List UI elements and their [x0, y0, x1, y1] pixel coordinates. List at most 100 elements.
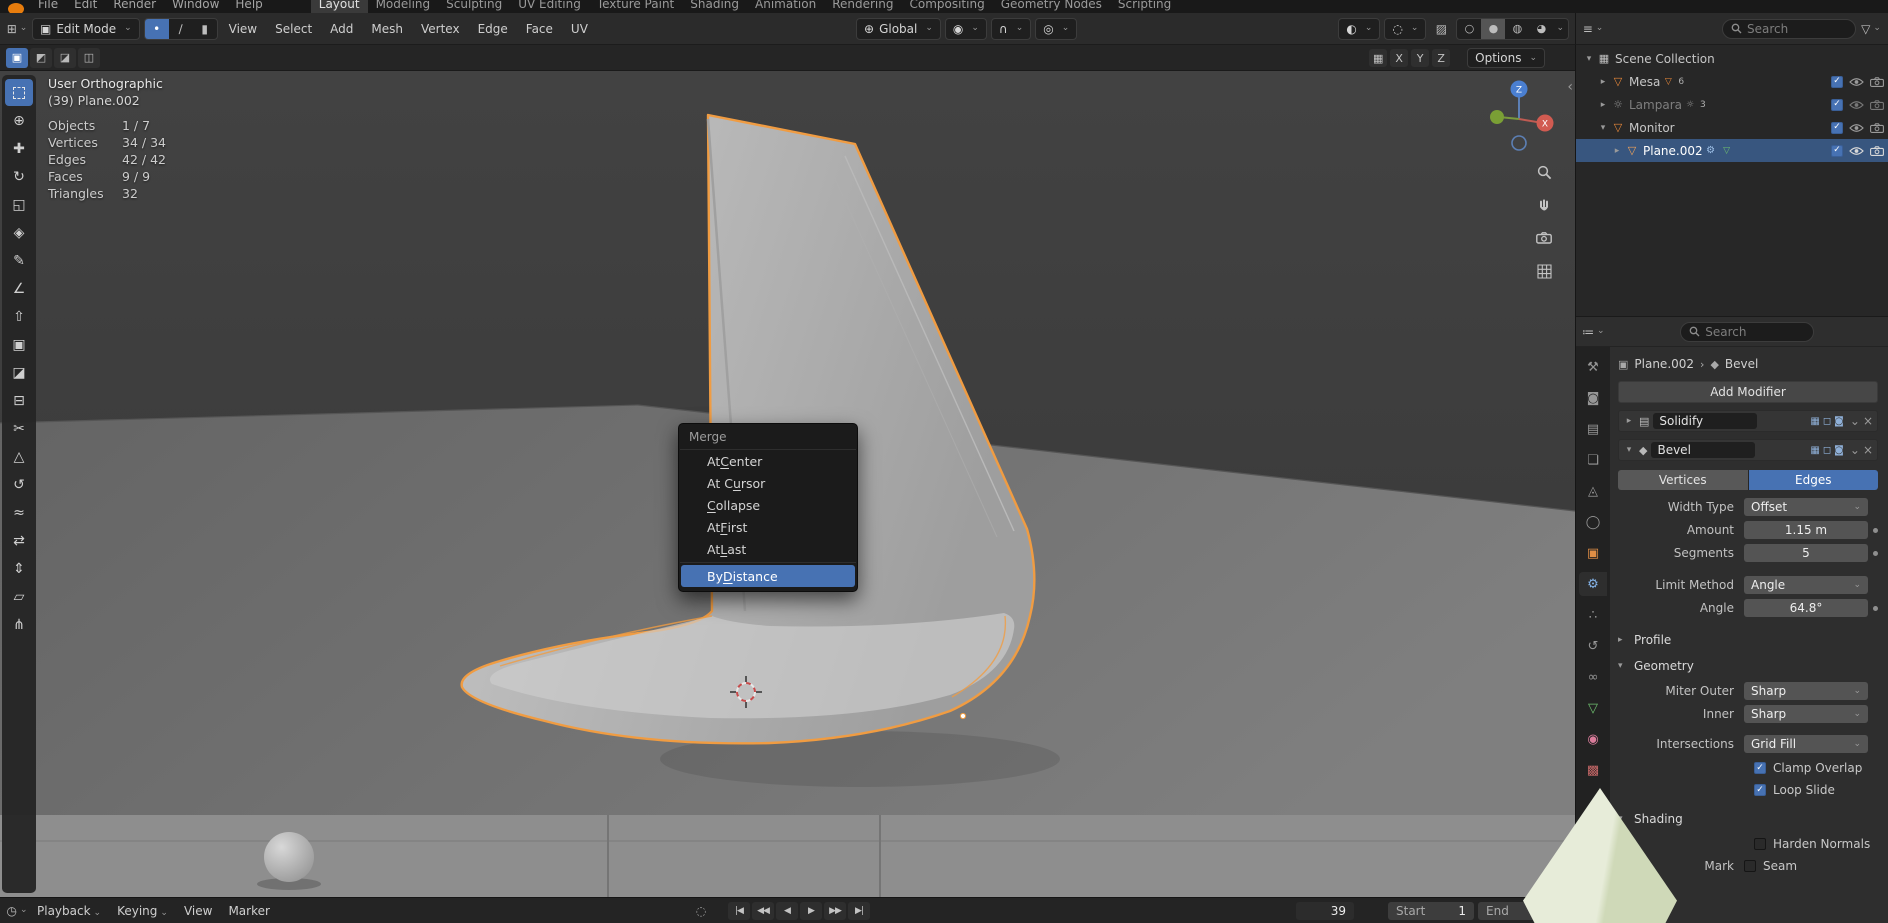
merge-item-by-distance[interactable]: By Distance — [681, 565, 855, 587]
modifier-name-field[interactable]: Bevel — [1651, 442, 1756, 458]
workspace-tab-sculpting[interactable]: Sculpting — [438, 0, 510, 13]
selectability-checkbox[interactable]: ✓ — [1831, 98, 1843, 111]
outliner-search[interactable] — [1722, 18, 1856, 39]
sphere-object[interactable] — [264, 832, 314, 882]
affect-vertices-button[interactable]: Vertices — [1618, 470, 1748, 490]
render-camera-icon[interactable] — [1870, 145, 1884, 156]
expand-arrow-icon[interactable]: ▸ — [1596, 77, 1610, 87]
tab-output[interactable]: ▤ — [1579, 417, 1607, 441]
eye-icon[interactable] — [1849, 77, 1864, 87]
expand-arrow-icon[interactable]: ▾ — [1582, 54, 1596, 64]
amount-field[interactable]: 1.15 m — [1744, 521, 1868, 539]
workspace-tab-geometry-nodes[interactable]: Geometry Nodes — [993, 0, 1110, 13]
gizmo-neg-z-axis[interactable] — [1511, 135, 1527, 151]
menu-vertex[interactable]: Vertex — [414, 22, 467, 36]
modifier-bevel-header[interactable]: ▾ ◆ Bevel ▦ ◻ ◙ ⌄ × — [1618, 439, 1878, 461]
pan-button[interactable] — [1535, 196, 1553, 214]
menu-edge[interactable]: Edge — [471, 22, 515, 36]
clamp-overlap-checkbox[interactable]: ✓ — [1754, 762, 1766, 774]
jump-to-end-button[interactable]: ▶| — [848, 902, 870, 920]
menu-help[interactable]: Help — [227, 0, 270, 13]
vertex-select-button[interactable]: • — [144, 18, 169, 39]
selectability-checkbox[interactable]: ✓ — [1831, 144, 1843, 157]
tool-scale[interactable]: ◱ — [5, 191, 33, 218]
merge-item-at-center[interactable]: At Center — [681, 450, 855, 472]
tool-annotate[interactable]: ✎ — [5, 247, 33, 274]
keyframe-dot-icon[interactable] — [1873, 527, 1878, 533]
workspace-tab-shading[interactable]: Shading — [682, 0, 747, 13]
selected-vertex[interactable] — [959, 712, 967, 720]
play-button[interactable]: ▶ — [800, 902, 822, 920]
tab-object-data[interactable]: ▽ — [1579, 696, 1607, 720]
angle-field[interactable]: 64.8° — [1744, 599, 1868, 617]
selectability-checkbox[interactable]: ✓ — [1831, 121, 1843, 134]
outliner-editor-type-button[interactable]: ≡ ⌄ — [1582, 18, 1604, 40]
properties-search-input[interactable] — [1705, 324, 1806, 339]
modifier-name-field[interactable]: Solidify — [1653, 413, 1758, 429]
mirror-x-toggle[interactable]: X — [1390, 49, 1409, 67]
tool-bevel[interactable]: ◪ — [5, 359, 33, 386]
add-modifier-button[interactable]: Add Modifier — [1618, 381, 1878, 403]
menu-uv[interactable]: UV — [564, 22, 595, 36]
snap-dropdown[interactable]: ∩ ⌄ — [990, 17, 1032, 40]
merge-item-collapse[interactable]: Collapse — [681, 494, 855, 516]
overlays-dropdown[interactable]: ◌ ⌄ — [1384, 17, 1427, 40]
editor-type-button[interactable]: ⊞ ⌄ — [6, 18, 28, 40]
workspace-tab-rendering[interactable]: Rendering — [824, 0, 901, 13]
modifier-extras-dropdown[interactable]: ⌄ — [1850, 444, 1860, 456]
visibility-dropdown[interactable]: ◐ ⌄ — [1338, 17, 1381, 40]
outliner-row-lampara[interactable]: ▸ ☼ Lampara ☼ 3 ✓ — [1576, 93, 1888, 116]
tool-transform[interactable]: ◈ — [5, 219, 33, 246]
seam-checkbox[interactable] — [1744, 860, 1756, 872]
modifier-solidify-header[interactable]: ▸ ▤ Solidify ▦ ◻ ◙ ⌄ × — [1618, 410, 1878, 432]
tab-object[interactable]: ▣ — [1579, 541, 1607, 565]
select-mode-subtract-button[interactable]: ◪ — [54, 47, 76, 68]
section-profile[interactable]: ▸ Profile — [1618, 633, 1878, 647]
tool-knife[interactable]: ✂ — [5, 415, 33, 442]
tab-view-layer[interactable]: ❏ — [1579, 448, 1607, 472]
miter-outer-dropdown[interactable]: Sharp ⌄ — [1744, 682, 1868, 700]
select-mode-new-button[interactable]: ▣ — [6, 47, 28, 68]
section-geometry[interactable]: ▾ Geometry — [1618, 659, 1878, 673]
tool-rip-region[interactable]: ⋔ — [5, 611, 33, 638]
play-reverse-button[interactable]: ◀ — [776, 902, 798, 920]
loop-slide-checkbox[interactable]: ✓ — [1754, 784, 1766, 796]
affect-edges-button[interactable]: Edges — [1748, 470, 1878, 490]
frame-start-field[interactable]: Start 1 — [1388, 902, 1474, 920]
select-mode-intersect-button[interactable]: ◫ — [78, 47, 100, 68]
display-render-toggle[interactable]: ◙ — [1834, 416, 1844, 427]
mirror-z-toggle[interactable]: Z — [1432, 49, 1451, 67]
tab-physics[interactable]: ↺ — [1579, 634, 1607, 658]
tab-material[interactable]: ◉ — [1579, 727, 1607, 751]
workspace-tab-modeling[interactable]: Modeling — [368, 0, 439, 13]
menu-add[interactable]: Add — [323, 22, 360, 36]
keyframe-dot-icon[interactable] — [1873, 550, 1878, 556]
tool-extrude-region[interactable]: ⇧ — [5, 303, 33, 330]
expand-arrow-icon[interactable]: ▸ — [1610, 146, 1624, 156]
jump-to-start-button[interactable]: |◀ — [728, 902, 750, 920]
outliner-row-mesa[interactable]: ▸ ▽ Mesa ▽ 6 ✓ — [1576, 70, 1888, 93]
outliner-row-monitor[interactable]: ▾ ▽ Monitor ✓ — [1576, 116, 1888, 139]
menu-keying[interactable]: Keying ⌄ — [110, 904, 175, 918]
eye-icon[interactable] — [1849, 146, 1864, 156]
gizmo-y-axis[interactable] — [1490, 110, 1504, 124]
outliner-row-scene-collection[interactable]: ▾ ▦ Scene Collection — [1576, 47, 1888, 70]
render-camera-icon[interactable] — [1870, 122, 1884, 133]
tool-measure[interactable]: ∠ — [5, 275, 33, 302]
limit-method-dropdown[interactable]: Angle ⌄ — [1744, 576, 1868, 594]
tab-modifiers[interactable]: ⚙ — [1579, 572, 1607, 596]
miter-inner-dropdown[interactable]: Sharp ⌄ — [1744, 705, 1868, 723]
mirror-y-toggle[interactable]: Y — [1411, 49, 1430, 67]
breadcrumb-modifier[interactable]: Bevel — [1725, 357, 1758, 371]
modifier-close-button[interactable]: × — [1863, 414, 1873, 428]
shading-rendered-button[interactable]: ◕ — [1529, 19, 1553, 39]
expand-arrow-icon[interactable]: ▸ — [1596, 100, 1610, 110]
menu-window[interactable]: Window — [164, 0, 227, 13]
xray-toggle[interactable]: ▨ — [1430, 18, 1452, 40]
workspace-tab-layout[interactable]: Layout — [310, 0, 368, 13]
tool-select-box[interactable] — [5, 79, 33, 106]
render-camera-icon[interactable] — [1870, 99, 1884, 110]
eye-icon[interactable] — [1849, 100, 1864, 110]
tool-loop-cut[interactable]: ⊟ — [5, 387, 33, 414]
blender-logo-icon[interactable] — [8, 3, 24, 13]
